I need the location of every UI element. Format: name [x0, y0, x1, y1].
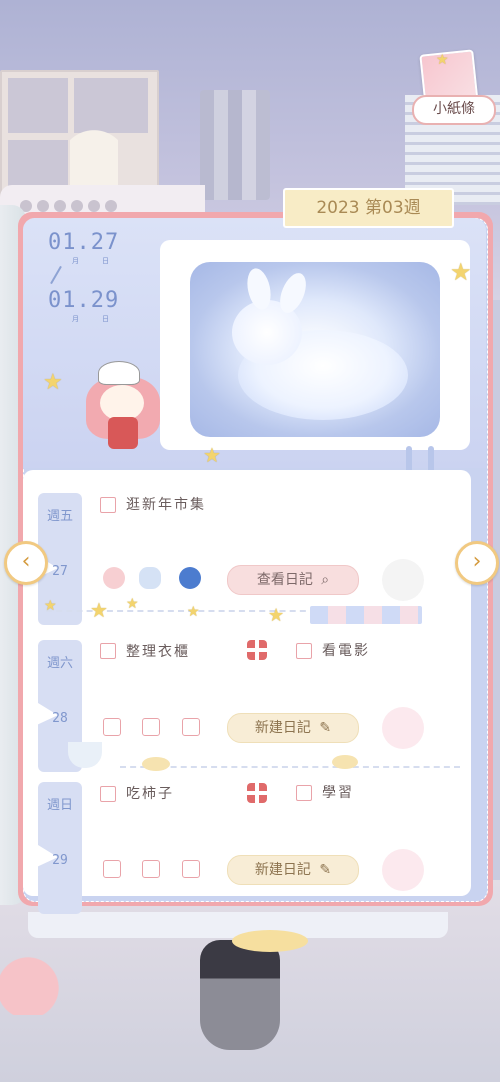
- chevron-right-icon[interactable]: ›: [455, 541, 499, 585]
- weather-cloud-icon: [139, 567, 161, 589]
- day-list-panel: [23, 470, 471, 896]
- day-number: 28: [52, 711, 68, 726]
- task-checkbox[interactable]: [100, 643, 116, 659]
- snow-globe-icon: [179, 567, 201, 589]
- view-diary-button[interactable]: 查看日記 ⌕: [227, 565, 359, 595]
- star-icon: ★: [43, 370, 63, 395]
- star-icon: ★: [44, 598, 57, 614]
- start-date: 01.27: [48, 230, 120, 255]
- star-icon: ★: [90, 598, 108, 622]
- washi-tape: [310, 606, 422, 624]
- weekday-label: 週六: [46, 656, 73, 671]
- dumpling-icon: [332, 755, 358, 769]
- outfit-slot[interactable]: [382, 849, 424, 891]
- gift-icon[interactable]: [247, 783, 267, 803]
- search-icon: ⌕: [321, 572, 330, 588]
- note-widget[interactable]: 小紙條: [412, 40, 496, 125]
- start-month-label: 月: [72, 257, 79, 265]
- empty-slot-icon[interactable]: [142, 860, 160, 878]
- end-day-label: 日: [102, 315, 109, 323]
- weekday-label: 週日: [46, 798, 73, 813]
- star-icon: ★: [450, 258, 472, 286]
- task-checkbox[interactable]: [100, 786, 116, 802]
- edit-icon: ✎: [319, 720, 332, 736]
- end-month-label: 月: [72, 315, 79, 323]
- week-label: 2023 第03週: [283, 188, 454, 228]
- task-text: 看電影: [322, 643, 370, 659]
- chibi-character: [78, 355, 170, 451]
- outfit-slot[interactable]: [382, 707, 424, 749]
- dumpling-icon: [142, 757, 170, 771]
- task-text: 吃柿子: [126, 786, 174, 802]
- star-icon: ★: [203, 443, 221, 467]
- mood-face-icon: [103, 567, 125, 589]
- empty-slot-icon[interactable]: [103, 718, 121, 736]
- character-legs: [200, 940, 280, 1050]
- empty-slot-icon[interactable]: [182, 860, 200, 878]
- star-icon: ★: [436, 52, 449, 68]
- outfit-slot[interactable]: [382, 559, 424, 601]
- empty-slot-icon[interactable]: [103, 860, 121, 878]
- day-tab-sun: 週日 29: [38, 782, 82, 916]
- task-checkbox[interactable]: [100, 497, 116, 513]
- task-text: 逛新年市集: [126, 497, 206, 513]
- note-label[interactable]: 小紙條: [412, 95, 496, 125]
- task-text: 學習: [322, 785, 354, 801]
- curtain: [200, 90, 270, 200]
- new-diary-button[interactable]: 新建日記 ✎: [227, 713, 359, 743]
- bunny-figurine: [70, 108, 118, 188]
- view-diary-label: 查看日記: [256, 572, 313, 588]
- task-checkbox[interactable]: [296, 643, 312, 659]
- star-icon: ★: [126, 596, 139, 612]
- chevron-left-icon[interactable]: ‹: [4, 541, 48, 585]
- day-number: 29: [52, 853, 68, 868]
- new-diary-button[interactable]: 新建日記 ✎: [227, 855, 359, 885]
- edit-icon: ✎: [319, 862, 332, 878]
- empty-slot-icon[interactable]: [142, 718, 160, 736]
- end-date: 01.29: [48, 288, 120, 313]
- new-diary-label: 新建日記: [254, 720, 311, 736]
- empty-slot-icon[interactable]: [182, 718, 200, 736]
- leaf-ornament: [232, 930, 308, 952]
- gift-icon[interactable]: [247, 640, 267, 660]
- task-checkbox[interactable]: [296, 785, 312, 801]
- star-icon: ★: [187, 604, 200, 620]
- weekday-label: 週五: [46, 509, 73, 524]
- star-icon: ★: [268, 605, 285, 626]
- paw-bell-ornament: [0, 925, 70, 1015]
- start-day-label: 日: [102, 257, 109, 265]
- dashed-trail: [120, 766, 460, 768]
- new-diary-label: 新建日記: [254, 862, 311, 878]
- task-text: 整理衣櫃: [126, 644, 190, 660]
